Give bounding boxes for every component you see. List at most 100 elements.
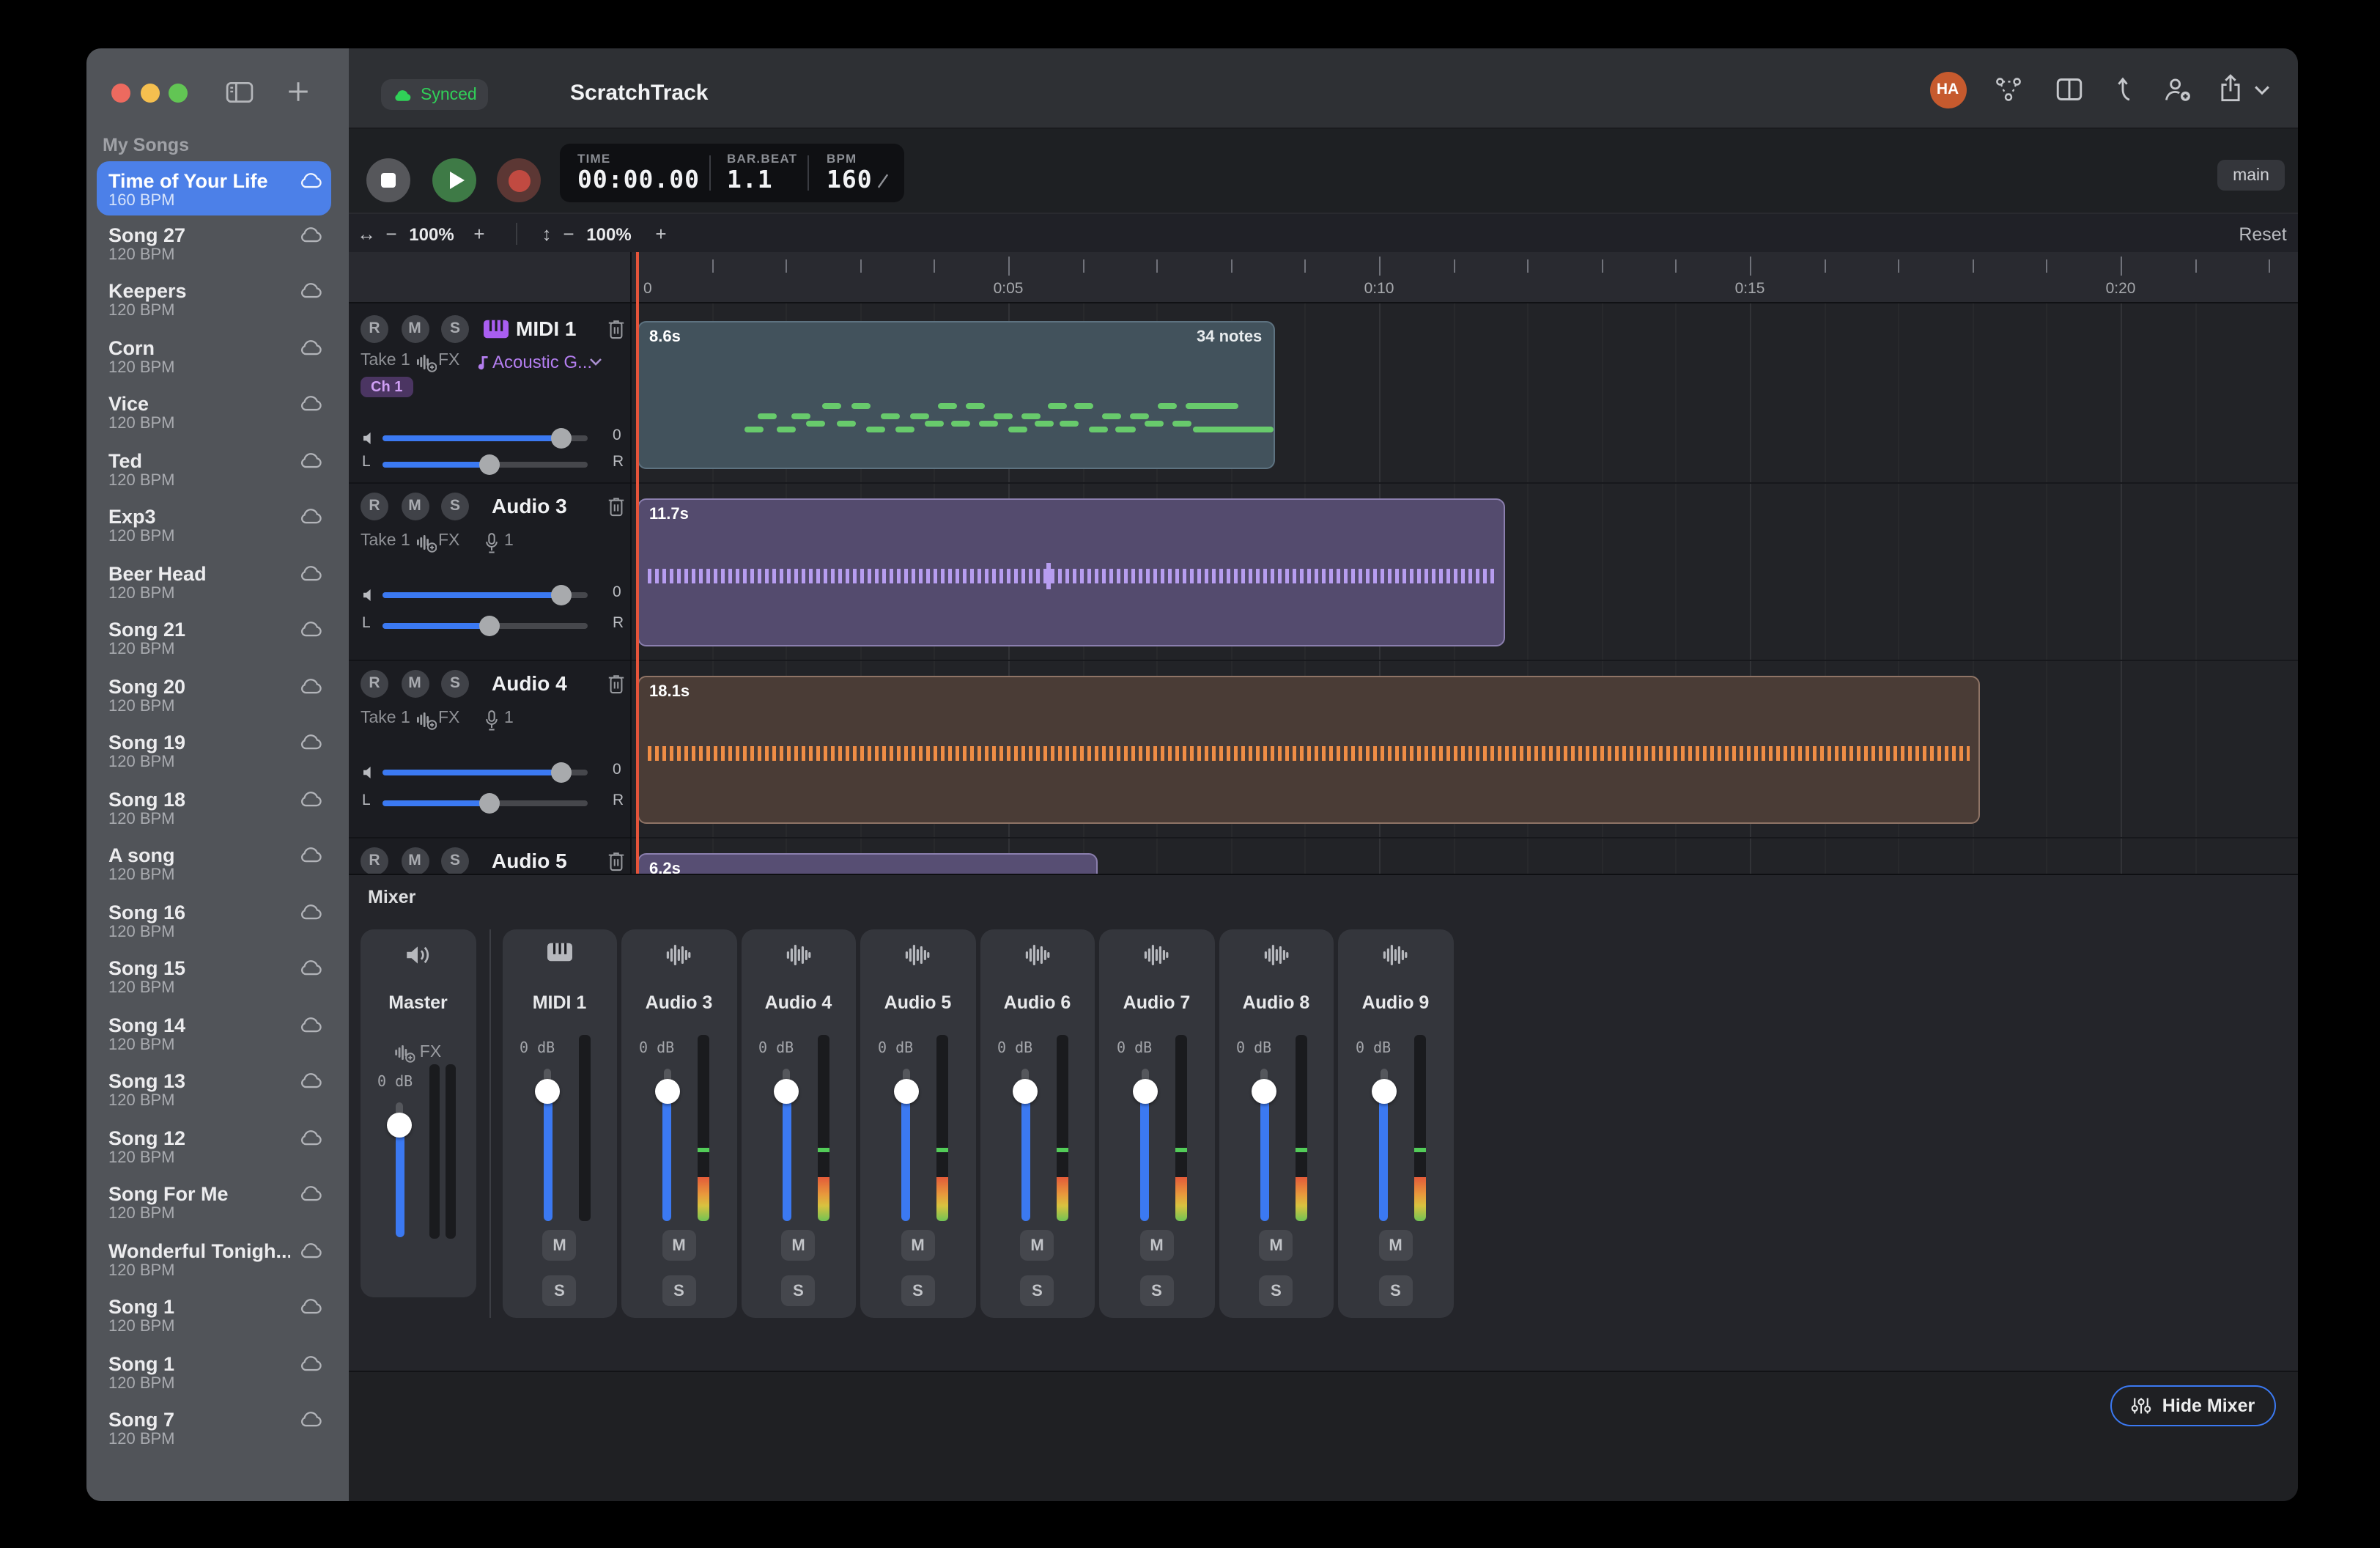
branch-badge[interactable]: main — [2217, 160, 2285, 191]
reset-zoom-button[interactable]: Reset — [2236, 214, 2289, 254]
mixer-channel-audio-5[interactable]: Audio 50 dBMS — [860, 929, 975, 1318]
share-icon[interactable] — [2219, 73, 2242, 103]
track-r-button[interactable]: R — [361, 492, 388, 520]
song-list-item[interactable]: Beer Head120 BPM — [97, 559, 331, 615]
track-name[interactable]: MIDI 1 — [516, 317, 576, 340]
mute-button[interactable]: M — [782, 1230, 816, 1261]
track-r-button[interactable]: R — [361, 847, 388, 874]
song-list-item[interactable]: Song 7120 BPM — [97, 1406, 331, 1462]
mute-button[interactable]: M — [901, 1230, 935, 1261]
solo-button[interactable]: S — [1021, 1275, 1054, 1306]
pan-slider-knob[interactable] — [479, 615, 500, 635]
song-list-item[interactable]: Song 21120 BPM — [97, 616, 331, 671]
mixer-channel-midi-1[interactable]: MIDI 10 dBMS — [502, 929, 617, 1318]
clip-midi-1[interactable]: 8.6s34 notes — [638, 320, 1275, 468]
solo-button[interactable]: S — [1260, 1275, 1293, 1306]
mute-button[interactable]: M — [543, 1230, 577, 1261]
pan-slider-knob[interactable] — [479, 454, 500, 474]
playhead[interactable] — [636, 252, 638, 874]
track-s-button[interactable]: S — [441, 314, 469, 342]
song-list-item[interactable]: Song 16120 BPM — [97, 898, 331, 954]
v-zoom-in-button[interactable]: + — [652, 214, 670, 254]
song-list-item[interactable]: Corn120 BPM — [97, 333, 331, 389]
record-button[interactable] — [497, 158, 541, 202]
track-s-button[interactable]: S — [441, 492, 469, 520]
volume-slider-knob[interactable] — [551, 762, 572, 783]
fx-label[interactable]: FX — [438, 710, 459, 727]
solo-button[interactable]: S — [662, 1275, 696, 1306]
pan-slider-knob[interactable] — [479, 792, 500, 813]
delete-track-icon[interactable] — [607, 495, 626, 517]
mute-button[interactable]: M — [1021, 1230, 1054, 1261]
h-zoom-in-button[interactable]: + — [470, 214, 488, 254]
track-r-button[interactable]: R — [361, 669, 388, 697]
track-s-button[interactable]: S — [441, 847, 469, 874]
fader-knob[interactable] — [893, 1079, 918, 1104]
track-m-button[interactable]: M — [401, 492, 429, 520]
fx-label[interactable]: FX — [438, 532, 459, 550]
song-list-item[interactable]: Song 19120 BPM — [97, 729, 331, 784]
hide-mixer-button[interactable]: Hide Mixer — [2110, 1385, 2276, 1426]
mixer-channel-audio-7[interactable]: Audio 70 dBMS — [1099, 929, 1214, 1318]
mixer-channel-audio-6[interactable]: Audio 60 dBMS — [980, 929, 1095, 1318]
fx-icon[interactable] — [416, 352, 437, 372]
stop-button[interactable] — [366, 158, 410, 202]
song-list-item[interactable]: Keepers120 BPM — [97, 277, 331, 333]
fader-knob[interactable] — [654, 1079, 679, 1104]
song-list-item[interactable]: Song 12120 BPM — [97, 1124, 331, 1179]
mixer-channel-audio-4[interactable]: Audio 40 dBMS — [741, 929, 856, 1318]
mixer-channel-audio-8[interactable]: Audio 80 dBMS — [1219, 929, 1334, 1318]
fx-icon[interactable] — [416, 532, 437, 553]
song-list-item[interactable]: Exp3120 BPM — [97, 503, 331, 559]
song-list-item[interactable]: Vice120 BPM — [97, 390, 331, 446]
fx-label[interactable]: FX — [438, 352, 459, 369]
solo-button[interactable]: S — [543, 1275, 577, 1306]
v-zoom-out-button[interactable]: − — [560, 214, 577, 254]
split-view-icon[interactable] — [2056, 78, 2082, 101]
delete-track-icon[interactable] — [607, 673, 626, 695]
edit-bpm-icon[interactable] — [876, 173, 890, 189]
master-fx[interactable]: FX — [395, 1042, 441, 1063]
solo-button[interactable]: S — [1379, 1275, 1413, 1306]
avatar[interactable]: HA — [1929, 71, 1966, 108]
mixer-channel-audio-9[interactable]: Audio 90 dBMS — [1338, 929, 1453, 1318]
mute-button[interactable]: M — [1379, 1230, 1413, 1261]
fader-knob[interactable] — [774, 1079, 799, 1104]
track-s-button[interactable]: S — [441, 669, 469, 697]
fader-knob[interactable] — [535, 1079, 560, 1104]
delete-track-icon[interactable] — [607, 850, 626, 872]
fx-icon[interactable] — [416, 710, 437, 730]
take-label[interactable]: Take 1 — [361, 710, 410, 727]
volume-slider-knob[interactable] — [551, 427, 572, 448]
timeline-ruler[interactable]: 00:050:100:150:20 — [349, 252, 2298, 303]
fader-knob[interactable] — [1013, 1079, 1038, 1104]
delete-track-icon[interactable] — [607, 318, 626, 340]
track-r-button[interactable]: R — [361, 314, 388, 342]
fader-knob[interactable] — [1252, 1079, 1276, 1104]
track-name[interactable]: Audio 4 — [492, 671, 567, 695]
fader-knob[interactable] — [1371, 1079, 1396, 1104]
mute-button[interactable]: M — [662, 1230, 696, 1261]
song-list-item[interactable]: Song For Me120 BPM — [97, 1180, 331, 1236]
automation-cursor-icon[interactable] — [2112, 75, 2134, 103]
clip-audio-4[interactable]: 18.1s — [638, 675, 1980, 823]
song-list-item[interactable]: A song120 BPM — [97, 841, 331, 897]
solo-button[interactable]: S — [782, 1275, 816, 1306]
collaboration-graph-icon[interactable] — [1995, 76, 2022, 103]
song-list-item[interactable]: Song 20120 BPM — [97, 672, 331, 728]
bpm-value[interactable]: 160 — [827, 166, 873, 194]
track-m-button[interactable]: M — [401, 669, 429, 697]
volume-slider-knob[interactable] — [551, 585, 572, 605]
take-label[interactable]: Take 1 — [361, 352, 410, 369]
play-button[interactable] — [432, 158, 476, 202]
solo-button[interactable]: S — [901, 1275, 935, 1306]
song-list-item[interactable]: Song 18120 BPM — [97, 785, 331, 841]
song-list-item[interactable]: Song 1120 BPM — [97, 1349, 331, 1405]
track-name[interactable]: Audio 5 — [492, 849, 567, 872]
song-list-item[interactable]: Ted120 BPM — [97, 446, 331, 502]
song-list-item[interactable]: Song 15120 BPM — [97, 954, 331, 1010]
fader-knob[interactable] — [387, 1112, 412, 1137]
timeline-lanes[interactable]: 8.6s34 notes11.7s18.1s6.2s — [630, 303, 2298, 874]
clip-audio-5[interactable]: 6.2s — [638, 852, 1097, 874]
mute-button[interactable]: M — [1140, 1230, 1174, 1261]
